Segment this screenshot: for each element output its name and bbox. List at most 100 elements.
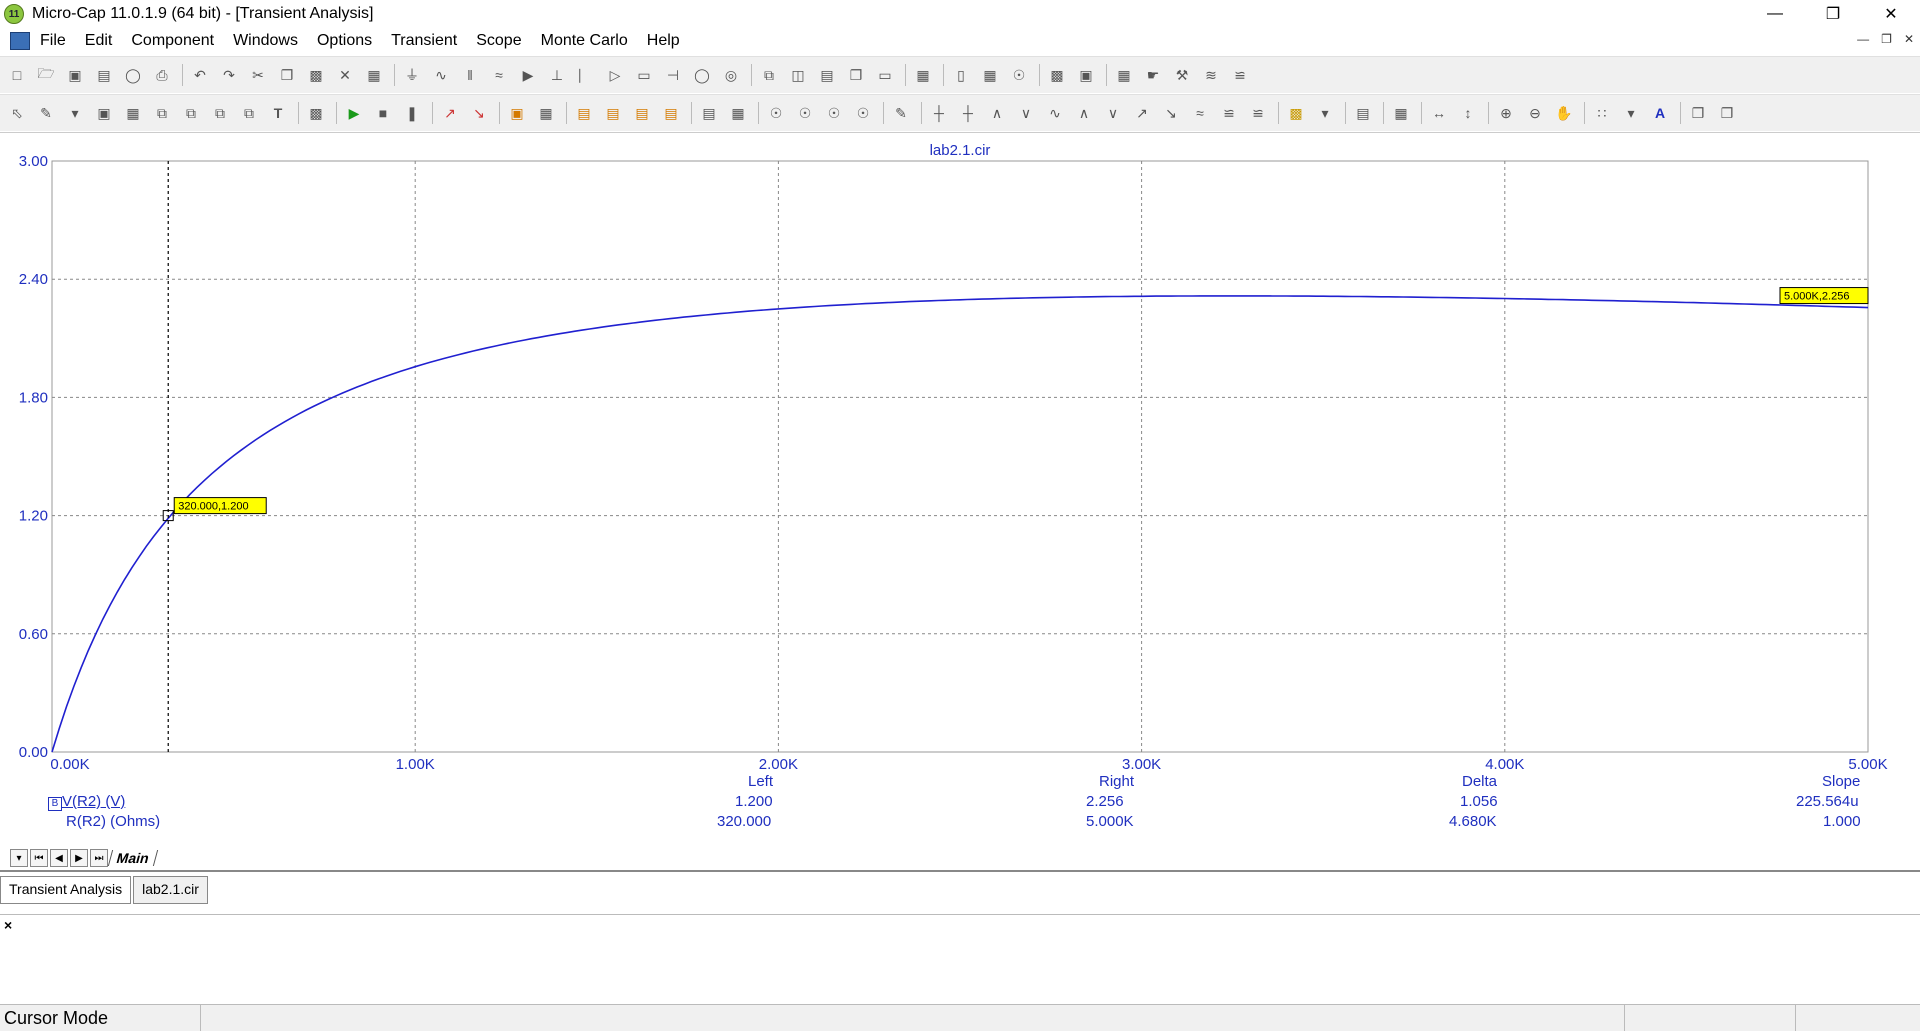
dialog-icon[interactable]: ▣ — [1075, 64, 1097, 86]
new-file-icon[interactable]: □ — [6, 64, 28, 86]
scale-y-icon[interactable]: ⧉ — [180, 102, 202, 124]
maximize-window-icon[interactable]: ▭ — [874, 64, 896, 86]
grid-dots-icon[interactable]: ∷ — [1591, 102, 1613, 124]
cursor-global-high-icon[interactable]: ∧ — [1073, 102, 1095, 124]
expand-icon[interactable]: B — [48, 797, 62, 811]
mdi-minimize-icon[interactable]: — — [1857, 32, 1869, 46]
ground-icon[interactable]: ⏚ — [401, 64, 423, 86]
cursor-inflection-icon[interactable]: ∿ — [1044, 102, 1066, 124]
clipboard-dropdown-icon[interactable]: ▾ — [1314, 102, 1336, 124]
tab-transient-analysis[interactable]: Transient Analysis — [0, 876, 132, 904]
tab-lab2-1-cir[interactable]: lab2.1.cir — [133, 876, 208, 904]
properties-icon[interactable]: ▩ — [1046, 64, 1068, 86]
prev-tab-icon[interactable]: ◀ — [50, 849, 68, 867]
tile-vertical-icon[interactable]: ◫ — [787, 64, 809, 86]
menu-help[interactable]: Help — [647, 32, 680, 50]
pause-icon[interactable]: ❚ — [401, 102, 423, 124]
menu-file[interactable]: File — [40, 32, 66, 50]
zoom-region-icon[interactable]: ☉ — [823, 102, 845, 124]
transient-plot[interactable]: 0.00K 1.00K 2.00K 3.00K 4.00K 5.00K 3.00 2.40 1.… — [0, 132, 1920, 852]
clipboard-icon[interactable]: ▩ — [1285, 102, 1307, 124]
minimize-icon[interactable]: — — [1746, 0, 1804, 28]
fit-horizontal-icon[interactable]: ↔ — [1428, 102, 1450, 124]
cursor-multi-icon[interactable]: ≌ — [1218, 102, 1240, 124]
sheet-tab-main[interactable]: Main — [107, 850, 159, 866]
zoom-out-icon[interactable]: ⊖ — [1524, 102, 1546, 124]
next-tab-icon[interactable]: ▶ — [70, 849, 88, 867]
globe-icon[interactable]: ☉ — [1008, 64, 1030, 86]
plot-icon[interactable]: ≋ — [1200, 64, 1222, 86]
transistor-icon[interactable]: ⊥ — [546, 64, 568, 86]
cascade-icon[interactable]: ⧉ — [758, 64, 780, 86]
menu-windows[interactable]: Windows — [233, 32, 298, 50]
tools-icon[interactable]: ⚒ — [1171, 64, 1193, 86]
battery-icon[interactable]: ⎸ — [575, 64, 597, 86]
fit-vertical-icon[interactable]: ↕ — [1457, 102, 1479, 124]
inductor-icon[interactable]: ∿ — [430, 64, 452, 86]
dropdown-arrow-icon[interactable]: ▾ — [64, 102, 86, 124]
cursor-slope-icon[interactable]: ≈ — [1189, 102, 1211, 124]
print-preview-icon[interactable]: ◯ — [122, 64, 144, 86]
undo-icon[interactable]: ↶ — [189, 64, 211, 86]
stop-icon[interactable]: ■ — [372, 102, 394, 124]
menu-edit[interactable]: Edit — [85, 32, 113, 50]
print-icon[interactable]: ⎙ — [151, 64, 173, 86]
cursor-high-icon[interactable]: ∧ — [986, 102, 1008, 124]
zoom-reset-icon[interactable]: ☉ — [852, 102, 874, 124]
delete-icon[interactable]: ✕ — [334, 64, 356, 86]
menu-monte-carlo[interactable]: Monte Carlo — [541, 32, 628, 50]
tokens-icon[interactable]: ▣ — [506, 102, 528, 124]
scale-custom-icon[interactable]: ⧉ — [238, 102, 260, 124]
split-horizontal-icon[interactable]: ▤ — [698, 102, 720, 124]
cursor-edit-icon[interactable]: ✎ — [890, 102, 912, 124]
menu-transient[interactable]: Transient — [391, 32, 457, 50]
scale-icon[interactable]: ▣ — [93, 102, 115, 124]
run-properties-icon[interactable]: ▩ — [305, 102, 327, 124]
save-all-icon[interactable]: ▤ — [93, 64, 115, 86]
grid-none-icon[interactable]: ▤ — [660, 102, 682, 124]
zoom-in-icon[interactable]: ⊕ — [1495, 102, 1517, 124]
cursor-valley-icon[interactable]: ┼ — [957, 102, 979, 124]
component-editor-icon[interactable]: ▦ — [979, 64, 1001, 86]
grid-major-icon[interactable]: ▤ — [602, 102, 624, 124]
output-pane[interactable]: × — [0, 914, 1920, 1005]
diode-icon[interactable]: ▶ — [517, 64, 539, 86]
open-folder-icon[interactable]: 🗁 — [35, 64, 57, 86]
scale-xy-icon[interactable]: ⧉ — [209, 102, 231, 124]
copy-icon[interactable]: ❐ — [276, 64, 298, 86]
probe-icon[interactable]: ☛ — [1142, 64, 1164, 86]
mdi-restore-icon[interactable]: ❐ — [1881, 32, 1892, 46]
cursor-low-icon[interactable]: ∨ — [1015, 102, 1037, 124]
cursor-fall-icon[interactable]: ↘ — [1160, 102, 1182, 124]
capacitor-icon[interactable]: ‖ — [459, 64, 481, 86]
menu-options[interactable]: Options — [317, 32, 372, 50]
pan-icon[interactable]: ✋ — [1553, 102, 1575, 124]
opamp-icon[interactable]: ▷ — [604, 64, 626, 86]
add-curve-icon[interactable]: ↗ — [439, 102, 461, 124]
save-icon[interactable]: ▣ — [64, 64, 86, 86]
plot-edit-icon[interactable]: ≌ — [1229, 64, 1251, 86]
paste-icon[interactable]: ▩ — [305, 64, 327, 86]
split-grid-icon[interactable]: ▦ — [727, 102, 749, 124]
graph-select-icon[interactable]: ✎ — [35, 102, 57, 124]
select-all-icon[interactable]: ▦ — [363, 64, 385, 86]
first-tab-icon[interactable]: ⏮ — [30, 849, 48, 867]
mdi-close-icon[interactable]: ✕ — [1904, 32, 1914, 46]
page-icon[interactable]: ▯ — [950, 64, 972, 86]
numeric-output-icon[interactable]: ▤ — [1352, 102, 1374, 124]
text-icon[interactable]: T — [267, 102, 289, 124]
copy-graph-icon[interactable]: ❐ — [1687, 102, 1709, 124]
select-pointer-icon[interactable]: ⬁ — [6, 102, 28, 124]
cursor-peak-icon[interactable]: ┼ — [928, 102, 950, 124]
analysis-limits-icon[interactable]: ▦ — [1113, 64, 1135, 86]
scale-x-icon[interactable]: ⧉ — [151, 102, 173, 124]
readout-row-name[interactable]: B V(R2) (V) — [48, 793, 125, 811]
grid-both-icon[interactable]: ▤ — [631, 102, 653, 124]
font-icon[interactable]: A — [1649, 102, 1671, 124]
remove-curve-icon[interactable]: ↘ — [468, 102, 490, 124]
menu-component[interactable]: Component — [131, 32, 214, 50]
cut-icon[interactable]: ✂ — [247, 64, 269, 86]
current-source-icon[interactable]: ◎ — [720, 64, 742, 86]
cursor-multi2-icon[interactable]: ≌ — [1247, 102, 1269, 124]
data-points-icon[interactable]: ▦ — [535, 102, 557, 124]
